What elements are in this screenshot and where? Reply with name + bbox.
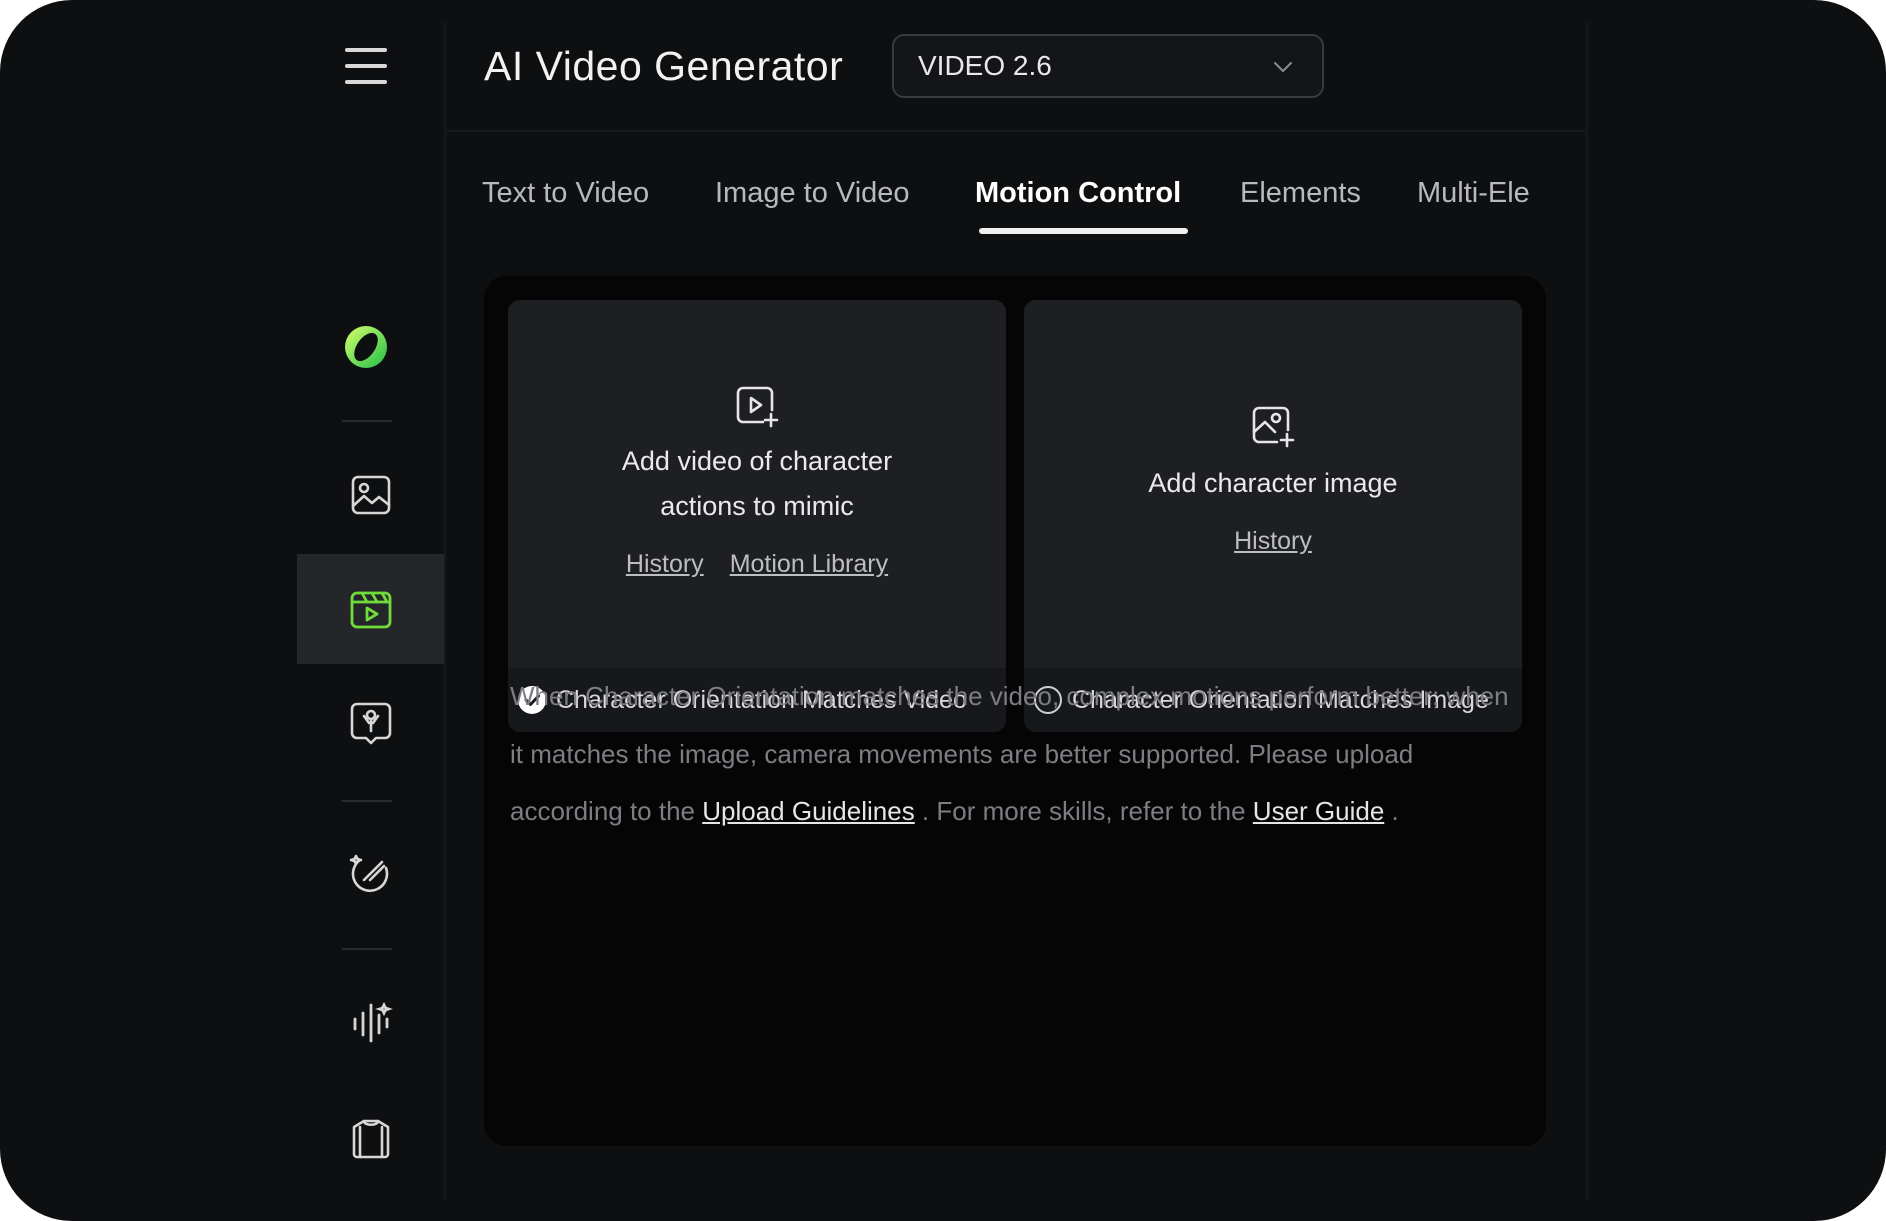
motion-library-link[interactable]: Motion Library bbox=[730, 550, 888, 579]
active-tab-indicator bbox=[979, 228, 1188, 234]
image-history-link[interactable]: History bbox=[1234, 527, 1312, 556]
page-title: AI Video Generator bbox=[484, 43, 844, 89]
video-upload-title-line1: Add video of character bbox=[621, 446, 893, 476]
model-select[interactable]: VIDEO 2.6 bbox=[892, 34, 1324, 98]
tab-text-to-video[interactable]: Text to Video bbox=[482, 170, 649, 230]
tab-motion-control[interactable]: Motion Control bbox=[975, 170, 1181, 230]
tab-image-to-video[interactable]: Image to Video bbox=[715, 170, 910, 230]
magic-effects-icon bbox=[349, 854, 388, 892]
sidebar-item-apparel[interactable] bbox=[297, 1084, 444, 1194]
add-video-icon bbox=[736, 386, 779, 428]
right-divider bbox=[1586, 22, 1588, 1200]
audio-wave-icon bbox=[353, 1001, 393, 1043]
sidebar bbox=[297, 0, 444, 1221]
orientation-info-text: When Character Orientation matches the v… bbox=[510, 668, 1520, 841]
motion-control-panel: Add video of character actions to mimic … bbox=[484, 276, 1546, 1146]
shirt-icon bbox=[352, 1119, 389, 1159]
add-image-icon bbox=[1252, 406, 1295, 448]
video-clapper-icon bbox=[350, 591, 391, 629]
sidebar-separator bbox=[342, 420, 392, 422]
hamburger-menu-icon[interactable] bbox=[345, 48, 387, 84]
video-card-links: History Motion Library bbox=[508, 550, 1006, 579]
sidebar-item-effects[interactable] bbox=[297, 818, 444, 928]
video-upload-title-line2: actions to mimic bbox=[660, 491, 854, 521]
image-icon bbox=[351, 475, 390, 515]
tab-bar: Text to Video Image to Video Motion Cont… bbox=[482, 170, 1548, 240]
tab-elements[interactable]: Elements bbox=[1240, 170, 1361, 230]
image-upload-title: Add character image bbox=[1148, 468, 1398, 498]
app-window: AI Video Generator VIDEO 2.6 Text to Vid… bbox=[0, 0, 1886, 1221]
tab-multi-elements[interactable]: Multi-Ele bbox=[1417, 170, 1530, 230]
image-upload-area[interactable]: Add character image History bbox=[1024, 300, 1522, 668]
model-select-value: VIDEO 2.6 bbox=[918, 50, 1052, 81]
image-card-links: History bbox=[1024, 527, 1522, 556]
video-upload-area[interactable]: Add video of character actions to mimic … bbox=[508, 300, 1006, 668]
sidebar-item-avatar[interactable] bbox=[297, 668, 444, 778]
app-logo-icon[interactable] bbox=[341, 322, 391, 372]
sidebar-separator bbox=[342, 800, 392, 802]
avatar-bubble-icon bbox=[350, 702, 391, 745]
upload-guidelines-link[interactable]: Upload Guidelines bbox=[702, 796, 914, 826]
info-text-part2: . For more skills, refer to the bbox=[914, 796, 1253, 826]
video-history-link[interactable]: History bbox=[626, 550, 704, 579]
sidebar-separator bbox=[342, 948, 392, 950]
header-divider bbox=[446, 130, 1586, 132]
info-text-part3: . bbox=[1384, 796, 1399, 826]
sidebar-item-video[interactable] bbox=[297, 554, 444, 664]
sidebar-item-audio[interactable] bbox=[297, 968, 444, 1078]
sidebar-divider bbox=[444, 22, 446, 1200]
user-guide-link[interactable]: User Guide bbox=[1253, 796, 1385, 826]
sidebar-item-image[interactable] bbox=[297, 440, 444, 550]
chevron-down-icon bbox=[1274, 62, 1292, 72]
